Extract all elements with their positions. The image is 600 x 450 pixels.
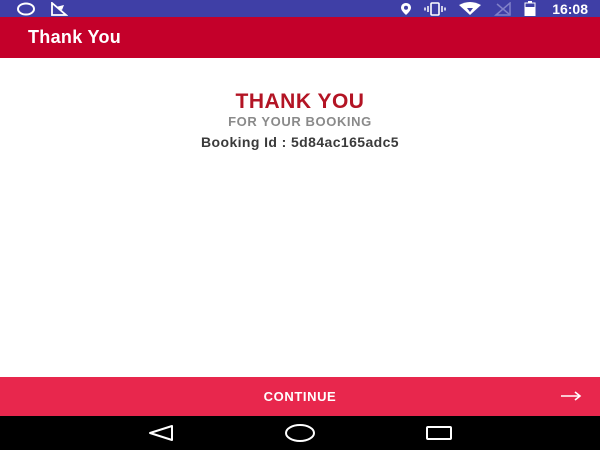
thank-you-headline: THANK YOU bbox=[235, 90, 365, 113]
back-icon bbox=[149, 425, 174, 441]
home-icon bbox=[284, 424, 315, 442]
status-bar: 16:08 bbox=[0, 0, 600, 17]
home-button[interactable] bbox=[280, 416, 320, 450]
sync-circle-icon bbox=[16, 0, 36, 17]
app-bar-title: Thank You bbox=[28, 27, 122, 47]
arrow-right-icon bbox=[560, 388, 582, 404]
navigation-bar bbox=[0, 416, 600, 450]
wifi-icon bbox=[458, 0, 482, 17]
back-button[interactable] bbox=[141, 416, 181, 450]
notification-icon bbox=[50, 0, 68, 17]
clock-time: 16:08 bbox=[552, 0, 588, 17]
status-right: 16:08 bbox=[400, 0, 588, 17]
no-signal-icon bbox=[494, 0, 512, 17]
location-icon bbox=[400, 0, 412, 17]
continue-label: CONTINUE bbox=[263, 389, 337, 404]
main-content: THANK YOU FOR YOUR BOOKING Booking Id : … bbox=[0, 58, 600, 377]
vibrate-icon bbox=[424, 0, 446, 17]
thank-you-block: THANK YOU FOR YOUR BOOKING Booking Id : … bbox=[0, 90, 600, 151]
recents-button[interactable] bbox=[419, 416, 459, 450]
app-bar: Thank You bbox=[0, 17, 600, 58]
recents-icon bbox=[425, 426, 452, 440]
battery-icon bbox=[524, 0, 536, 17]
booking-subheadline: FOR YOUR BOOKING bbox=[228, 114, 372, 129]
booking-id-text: Booking Id : 5d84ac165adc5 bbox=[201, 134, 399, 150]
status-left bbox=[16, 0, 68, 17]
continue-button[interactable]: CONTINUE bbox=[0, 377, 600, 416]
